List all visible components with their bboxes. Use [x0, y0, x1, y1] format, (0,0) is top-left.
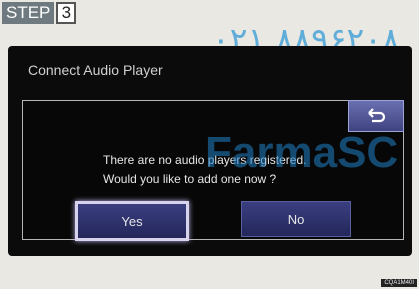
display-screen: Connect Audio Player There are no audio …	[8, 46, 412, 256]
no-button[interactable]: No	[241, 201, 351, 237]
dialog-message: There are no audio players registered. W…	[103, 151, 306, 189]
message-line-2: Would you like to add one now ?	[103, 172, 277, 186]
return-arrow-icon	[368, 108, 386, 123]
step-label: STEP 3	[2, 2, 77, 24]
message-line-1: There are no audio players registered.	[103, 153, 307, 167]
back-button[interactable]	[348, 100, 404, 132]
yes-button[interactable]: Yes	[75, 201, 189, 241]
step-word: STEP	[2, 2, 55, 24]
screen-title: Connect Audio Player	[28, 62, 163, 78]
confirm-dialog: There are no audio players registered. W…	[22, 100, 404, 241]
figure-code: CQA1M40I	[381, 279, 417, 287]
step-number: 3	[56, 2, 77, 24]
